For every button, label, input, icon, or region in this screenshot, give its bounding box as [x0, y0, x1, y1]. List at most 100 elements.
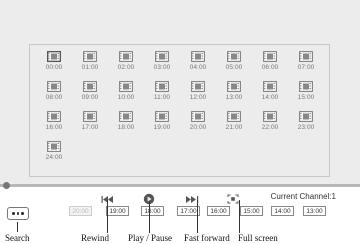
current-channel-text: Current Channel:1 — [270, 192, 336, 201]
hour-label: 14:00 — [261, 94, 279, 101]
hour-label: 06:00 — [261, 64, 279, 71]
video-file-icon — [47, 51, 61, 62]
hour-label: 01:00 — [81, 64, 99, 71]
video-file-icon — [227, 51, 241, 62]
video-file-icon — [119, 51, 133, 62]
hour-cell[interactable]: 02:00 — [108, 51, 144, 78]
video-file-icon — [119, 111, 133, 122]
hour-cell[interactable]: 06:00 — [252, 51, 288, 78]
time-button[interactable]: 14:00 — [271, 206, 294, 216]
hour-cell[interactable]: 12:00 — [180, 81, 216, 108]
full-screen-button[interactable] — [227, 194, 239, 204]
video-file-icon — [155, 51, 169, 62]
hour-cell[interactable]: 22:00 — [252, 111, 288, 138]
search-leader-line — [17, 222, 18, 232]
search-annotation: Search — [5, 233, 30, 243]
hour-cell[interactable]: 11:00 — [144, 81, 180, 108]
dot — [16, 212, 20, 215]
video-file-icon — [227, 111, 241, 122]
fast-forward-annotation: Fast forward — [184, 233, 230, 243]
hour-label: 04:00 — [189, 64, 207, 71]
dot — [21, 212, 24, 215]
hour-cell[interactable]: 07:00 — [288, 51, 324, 78]
hour-cell[interactable]: 00:00 — [36, 51, 72, 78]
video-file-icon — [47, 141, 61, 152]
hour-cell[interactable]: 03:00 — [144, 51, 180, 78]
hour-grid: 00:00 01:00 02:00 03:00 04:00 05:00 06:00 07:00… — [36, 51, 326, 168]
hour-selection-panel: 00:00 01:00 02:00 03:00 04:00 05:00 06:00 07:00… — [29, 44, 330, 177]
hour-label: 02:00 — [117, 64, 135, 71]
hour-label: 13:00 — [225, 94, 243, 101]
hour-label: 20:00 — [189, 124, 207, 131]
time-button[interactable]: 16:00 — [207, 206, 230, 216]
hour-label: 18:00 — [117, 124, 135, 131]
hour-cell[interactable]: 01:00 — [72, 51, 108, 78]
hour-label: 15:00 — [297, 94, 315, 101]
hour-cell[interactable]: 21:00 — [216, 111, 252, 138]
video-file-icon — [227, 81, 241, 92]
video-file-icon — [299, 81, 313, 92]
video-file-icon — [191, 81, 205, 92]
rewind-leader-line — [107, 200, 108, 233]
hour-cell[interactable]: 24:00 — [36, 141, 72, 168]
hour-cell[interactable]: 17:00 — [72, 111, 108, 138]
hour-cell[interactable]: 18:00 — [108, 111, 144, 138]
play-pause-leader-line — [149, 202, 150, 233]
hour-cell[interactable]: 04:00 — [180, 51, 216, 78]
video-file-icon — [263, 81, 277, 92]
hour-cell[interactable]: 08:00 — [36, 81, 72, 108]
hour-label: 21:00 — [225, 124, 243, 131]
rewind-icon — [101, 195, 113, 203]
hour-label: 22:00 — [261, 124, 279, 131]
full-screen-leader-line — [239, 200, 240, 233]
time-button-prev[interactable]: 20:00 — [69, 206, 92, 216]
hour-label: 11:00 — [153, 94, 171, 101]
hour-label: 12:00 — [189, 94, 207, 101]
hour-cell[interactable]: 20:00 — [180, 111, 216, 138]
hour-label: 10:00 — [117, 94, 135, 101]
fast-forward-leader-line — [197, 200, 198, 233]
timeline-track[interactable] — [0, 184, 360, 187]
video-file-icon — [155, 81, 169, 92]
play-pause-annotation: Play / Pause — [128, 233, 172, 243]
time-button[interactable]: 15:00 — [240, 206, 263, 216]
hour-cell[interactable]: 15:00 — [288, 81, 324, 108]
full-screen-annotation: Full screen — [238, 233, 278, 243]
video-file-icon — [263, 111, 277, 122]
hour-cell[interactable]: 19:00 — [144, 111, 180, 138]
hour-label: 23:00 — [297, 124, 315, 131]
time-button[interactable]: 18:00 — [141, 206, 164, 216]
hour-label: 19:00 — [153, 124, 171, 131]
hour-label: 17:00 — [81, 124, 99, 131]
search-button[interactable] — [7, 207, 29, 220]
control-bar: Current Channel:1 20:00 19:00 18:00 17:0… — [0, 190, 360, 225]
hour-cell[interactable]: 05:00 — [216, 51, 252, 78]
hour-label: 08:00 — [45, 94, 63, 101]
time-button[interactable]: 13:00 — [303, 206, 326, 216]
video-file-icon — [83, 51, 97, 62]
hour-label: 16:00 — [45, 124, 63, 131]
hour-label: 07:00 — [297, 64, 315, 71]
video-file-icon — [299, 51, 313, 62]
video-file-icon — [155, 111, 169, 122]
hour-cell[interactable]: 10:00 — [108, 81, 144, 108]
video-screen: 00:00 01:00 02:00 03:00 04:00 05:00 06:00 07:00… — [0, 0, 360, 185]
hour-cell[interactable]: 09:00 — [72, 81, 108, 108]
rewind-button[interactable] — [101, 194, 115, 204]
hour-cell[interactable]: 14:00 — [252, 81, 288, 108]
hour-label: 09:00 — [81, 94, 99, 101]
hour-cell[interactable]: 13:00 — [216, 81, 252, 108]
hour-cell[interactable]: 16:00 — [36, 111, 72, 138]
hour-cell[interactable]: 23:00 — [288, 111, 324, 138]
rewind-annotation: Rewind — [81, 233, 109, 243]
video-file-icon — [83, 111, 97, 122]
video-file-icon — [47, 111, 61, 122]
video-file-icon — [191, 51, 205, 62]
hour-label: 03:00 — [153, 64, 171, 71]
fullscreen-icon — [227, 194, 239, 204]
timeline-knob[interactable] — [3, 182, 10, 189]
video-file-icon — [83, 81, 97, 92]
video-file-icon — [119, 81, 133, 92]
video-file-icon — [299, 111, 313, 122]
time-button[interactable]: 19:00 — [106, 206, 129, 216]
